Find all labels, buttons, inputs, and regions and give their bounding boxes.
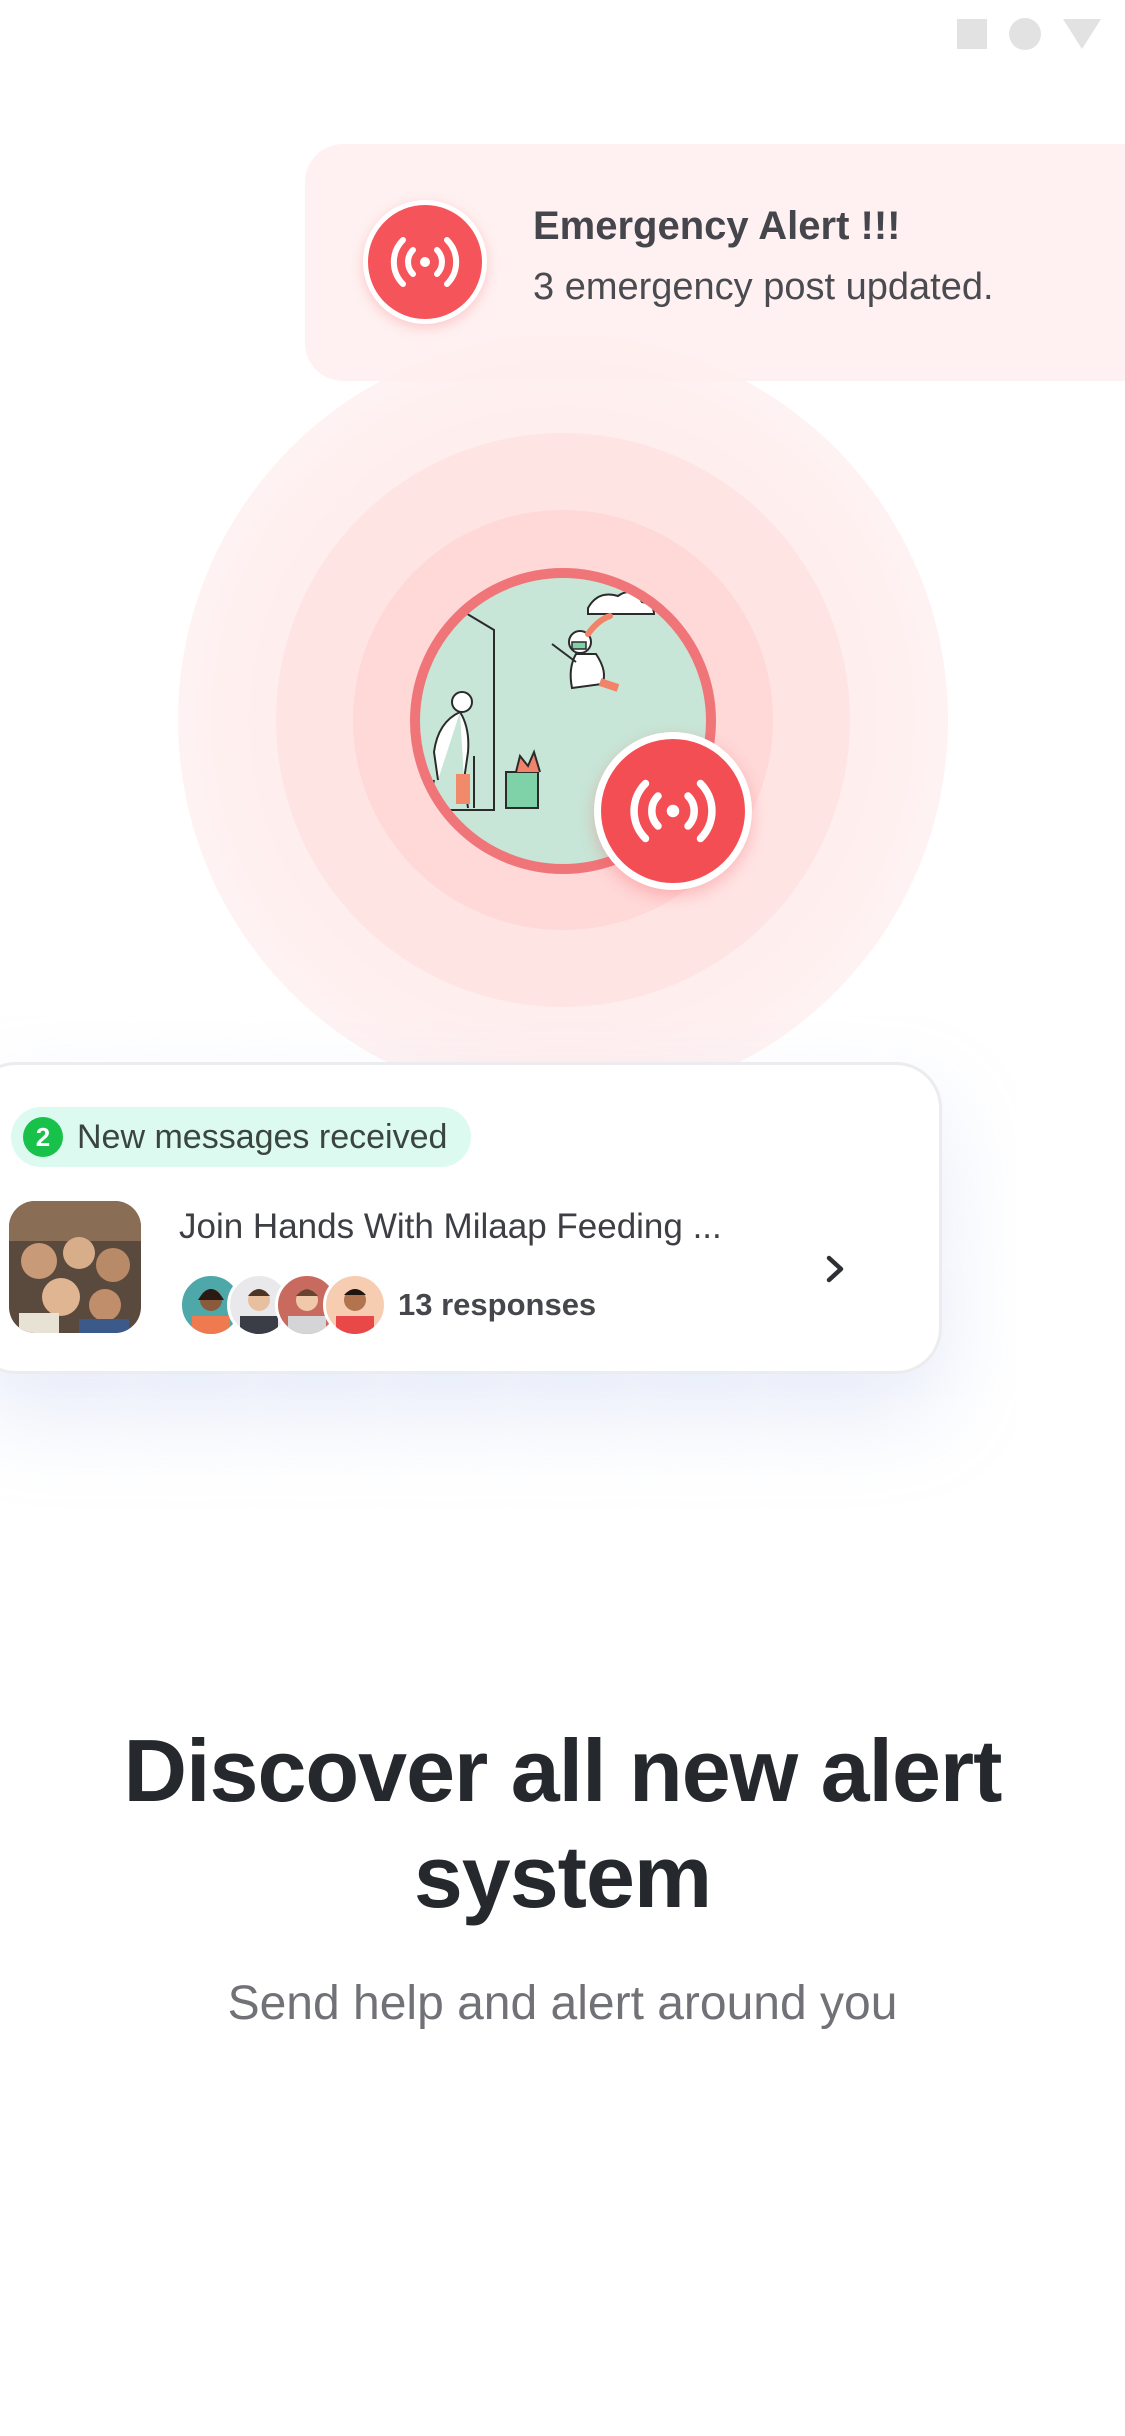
broadcast-icon [594,732,752,890]
triangle-icon [1063,19,1101,49]
status-bar [957,18,1101,50]
page-subtitle: Send help and alert around you [227,1977,898,2030]
page-title: Discover all new alert system [123,1721,1003,1926]
new-messages-pill: 2 New messages received [11,1107,472,1167]
avatar [323,1273,387,1337]
alert-subtitle: 3 emergency post updated. [533,266,994,308]
chevron-right-icon[interactable] [811,1245,859,1293]
messages-card[interactable]: 2 New messages received Join Hands With … [0,1062,942,1374]
square-icon [957,19,987,49]
circle-icon [1009,18,1041,50]
message-count-badge: 2 [23,1117,63,1157]
post-title: Join Hands With Milaap Feeding ... [179,1207,722,1246]
responses-count: 13 responses [398,1287,597,1322]
responder-avatars [179,1273,387,1337]
post-thumbnail [9,1201,141,1333]
alert-title: Emergency Alert !!! [533,204,901,248]
emergency-alert-card[interactable]: Emergency Alert !!! 3 emergency post upd… [305,144,1125,381]
broadcast-icon [363,200,487,324]
new-messages-label: New messages received [77,1117,448,1156]
